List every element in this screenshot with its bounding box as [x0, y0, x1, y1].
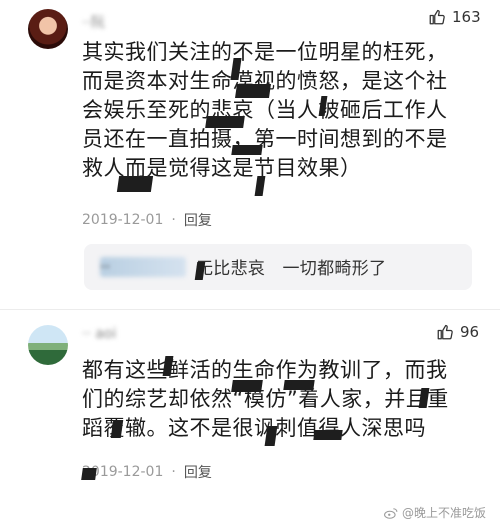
redaction-mark	[231, 380, 263, 392]
comment-username[interactable]: ·· aoi	[82, 326, 116, 342]
thumbs-up-icon	[429, 9, 445, 25]
redaction-mark	[313, 430, 343, 440]
comment-meta: 2019-12-01 · 回复	[82, 210, 212, 230]
like-count: 163	[452, 8, 481, 26]
thumbs-up-icon	[437, 324, 453, 340]
redaction-mark	[254, 176, 266, 196]
like-count: 96	[460, 323, 480, 341]
meta-separator: ·	[171, 464, 176, 480]
redaction-mark	[264, 426, 278, 446]
watermark: @晚上不准吃饭	[384, 504, 486, 521]
watermark-text: @晚上不准吃饭	[401, 506, 486, 520]
redaction-mark	[283, 380, 315, 390]
redaction-mark	[81, 468, 97, 480]
reply-button[interactable]: 回复	[184, 462, 212, 482]
reply-button[interactable]: 回复	[184, 210, 212, 230]
comment-body: 其实我们关注的不是一位明星的枉死，而是资本对生命漠视的愤怒，是这个社会娱乐至死的…	[82, 40, 448, 180]
reply-username[interactable]: ··	[100, 257, 186, 277]
comment-meta: 2019-12-01 · 回复	[82, 462, 212, 482]
like-button[interactable]: 96	[436, 323, 479, 341]
comment-username[interactable]: ··阮	[82, 12, 105, 32]
reply-thread[interactable]: ·· 无比悲哀 一切都畸形了	[84, 244, 472, 290]
redaction-mark	[231, 145, 263, 155]
avatar[interactable]	[28, 9, 68, 49]
weibo-icon	[384, 507, 398, 519]
meta-separator: ·	[171, 212, 176, 228]
divider	[0, 309, 500, 310]
avatar[interactable]	[28, 325, 68, 365]
reply-text: 无比悲哀 一切都畸形了	[196, 259, 387, 279]
redaction-mark	[205, 116, 245, 128]
comment-date: 2019-12-01	[82, 212, 164, 228]
redaction-mark	[116, 176, 154, 192]
redaction-mark	[235, 84, 271, 98]
like-button[interactable]: 163	[428, 8, 481, 26]
